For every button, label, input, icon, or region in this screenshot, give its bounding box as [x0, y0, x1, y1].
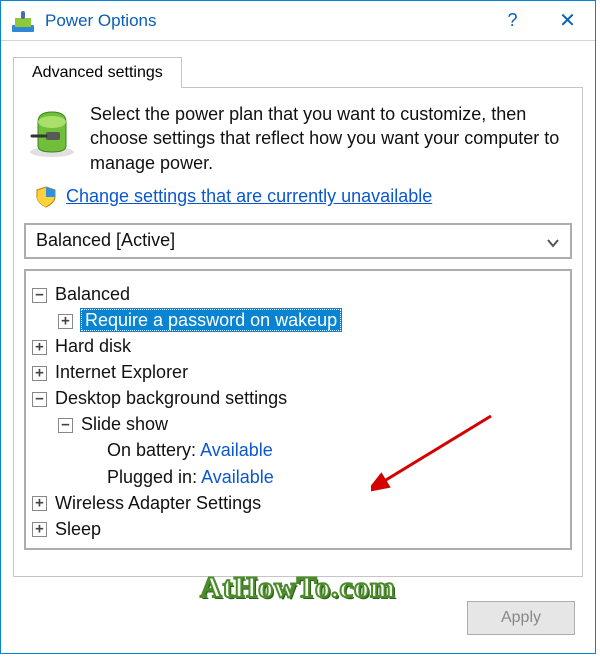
tree-selected-item: Require a password on wakeup: [81, 309, 341, 331]
power-plan-select[interactable]: Balanced [Active]: [24, 223, 572, 259]
tab-group: Advanced settings Select the power plan …: [13, 57, 583, 577]
tree-setting-plugged-in[interactable]: Plugged in: Available: [107, 464, 564, 490]
tree-node-desktop-background[interactable]: −Desktop background settings −Slide show…: [32, 385, 564, 489]
close-button[interactable]: ✕: [540, 1, 595, 41]
tab-panel: Select the power plan that you want to c…: [13, 87, 583, 577]
collapse-icon[interactable]: −: [32, 288, 47, 303]
expand-icon[interactable]: +: [32, 366, 47, 381]
battery-icon: [24, 102, 80, 158]
change-settings-link[interactable]: Change settings that are currently unava…: [66, 186, 432, 207]
tree-node-internet-explorer[interactable]: +Internet Explorer: [32, 359, 564, 385]
help-button[interactable]: ?: [485, 1, 540, 41]
tree-node-balanced[interactable]: −Balanced +Require a password on wakeup: [32, 281, 564, 333]
tree-node-slideshow[interactable]: −Slide show On battery: Available Plugge…: [58, 411, 564, 489]
settings-tree[interactable]: −Balanced +Require a password on wakeup …: [24, 269, 572, 550]
intro-text: Select the power plan that you want to c…: [90, 102, 572, 175]
dialog-buttons: Apply: [467, 601, 575, 635]
tree-node-require-password[interactable]: + Require a password on wakeup: [58, 307, 564, 333]
collapse-icon[interactable]: −: [58, 418, 73, 433]
tree-node-wireless[interactable]: +Wireless Adapter Settings: [32, 490, 564, 516]
power-plan-value: Balanced [Active]: [36, 230, 175, 251]
expand-icon[interactable]: +: [32, 340, 47, 355]
titlebar: Power Options ? ✕: [1, 1, 595, 41]
power-icon: [9, 7, 37, 35]
expand-icon[interactable]: +: [32, 496, 47, 511]
tab-advanced-settings[interactable]: Advanced settings: [13, 57, 182, 88]
expand-icon[interactable]: +: [58, 314, 73, 329]
tree-node-sleep[interactable]: +Sleep: [32, 516, 564, 542]
shield-icon: [34, 185, 58, 209]
link-row: Change settings that are currently unava…: [34, 185, 562, 209]
chevron-down-icon: [546, 234, 560, 255]
tree-node-hard-disk[interactable]: +Hard disk: [32, 333, 564, 359]
power-options-window: Power Options ? ✕ Advanced settings Sele…: [0, 0, 596, 654]
window-title: Power Options: [45, 11, 485, 31]
expand-icon[interactable]: +: [32, 522, 47, 537]
intro-row: Select the power plan that you want to c…: [24, 102, 572, 175]
collapse-icon[interactable]: −: [32, 392, 47, 407]
tree-setting-on-battery[interactable]: On battery: Available: [107, 437, 564, 463]
apply-button[interactable]: Apply: [467, 601, 575, 635]
